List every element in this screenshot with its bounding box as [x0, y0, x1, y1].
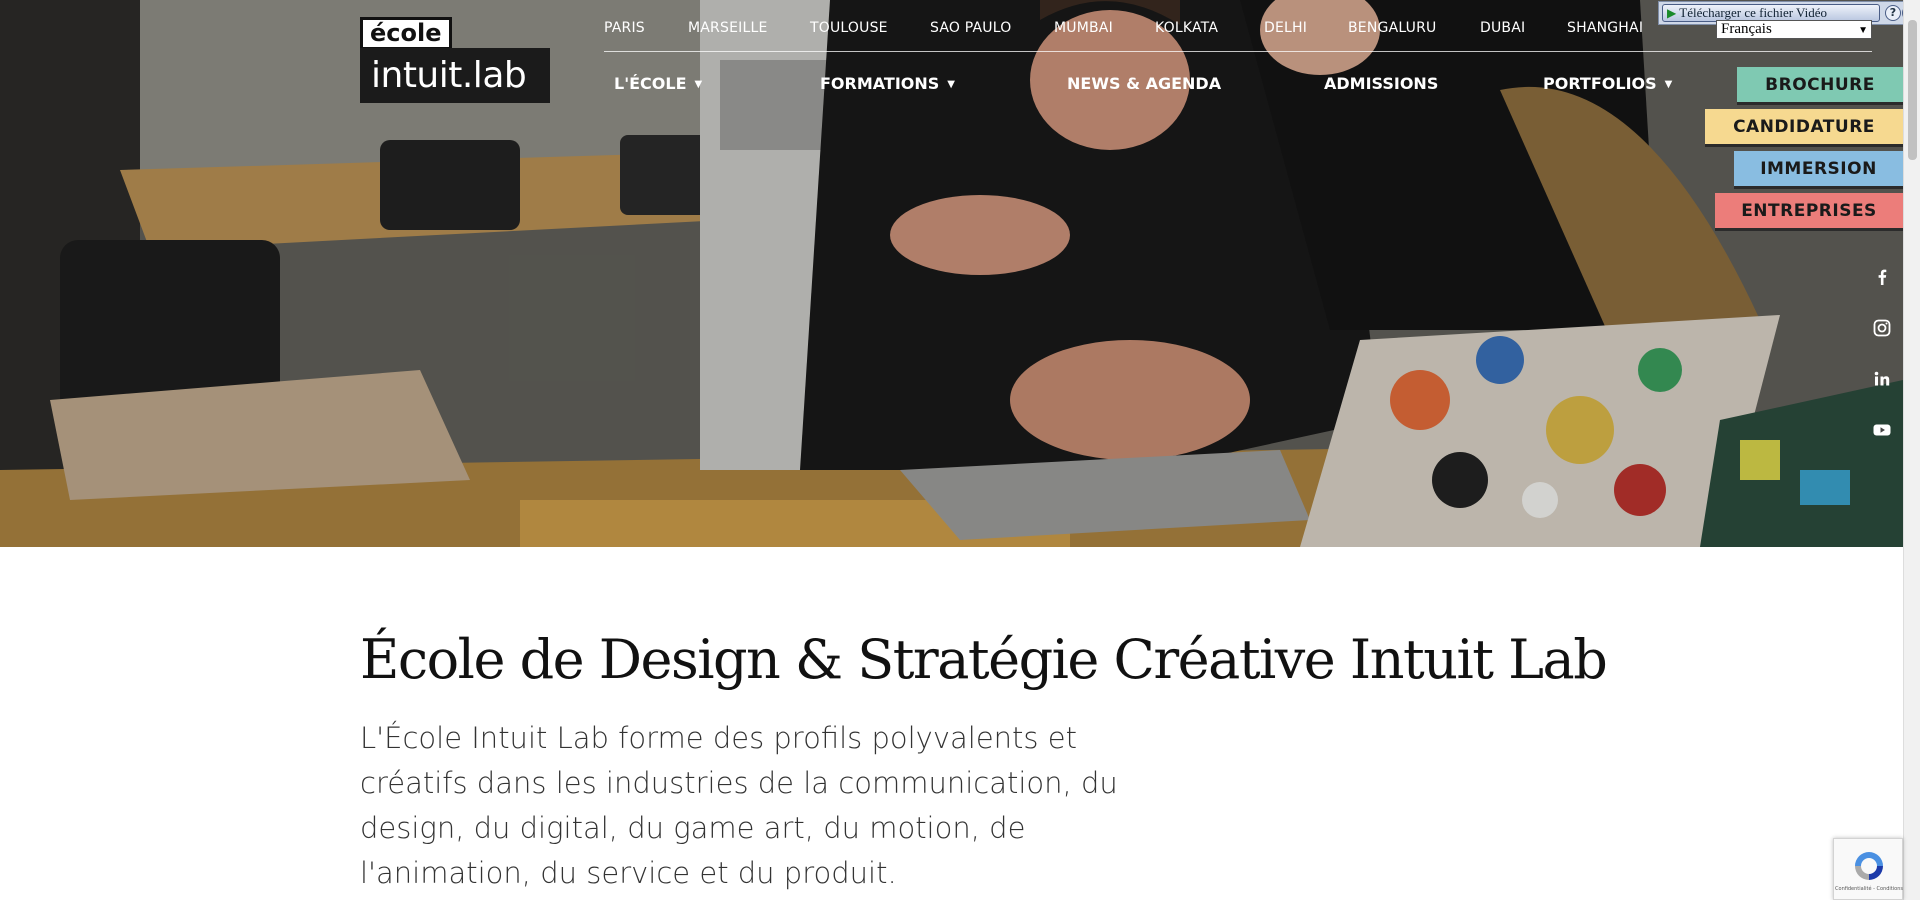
site-logo[interactable]: école intuit.lab: [360, 17, 550, 103]
hero-image: école intuit.lab PARIS MARSEILLE TOULOUS…: [0, 0, 1903, 547]
facebook-icon[interactable]: [1871, 266, 1893, 288]
nav-admissions[interactable]: ADMISSIONS: [1324, 74, 1438, 93]
city-link-mumbai[interactable]: MUMBAI: [1054, 20, 1113, 36]
brochure-button[interactable]: BROCHURE: [1737, 67, 1903, 105]
caret-down-icon: ▼: [694, 79, 703, 90]
recaptcha-links[interactable]: Confidentialité - Conditions: [1834, 886, 1904, 892]
linkedin-icon[interactable]: [1871, 368, 1893, 390]
caret-down-icon: ▼: [1664, 79, 1673, 90]
download-video-label: Télécharger ce fichier Vidéo: [1679, 5, 1828, 20]
recaptcha-icon: [1855, 852, 1883, 880]
caret-down-icon: ▼: [947, 79, 955, 90]
nav-portfolios[interactable]: PORTFOLIOS ▼: [1543, 74, 1672, 93]
help-icon[interactable]: ?: [1885, 5, 1901, 21]
scrollbar-thumb[interactable]: [1908, 20, 1917, 160]
city-nav-divider: [604, 51, 1872, 52]
city-link-shanghai[interactable]: SHANGHAI: [1567, 20, 1643, 36]
recaptcha-badge[interactable]: Confidentialité - Conditions: [1833, 838, 1903, 900]
instagram-icon[interactable]: [1871, 317, 1893, 339]
city-link-delhi[interactable]: DELHI: [1264, 20, 1307, 36]
entreprises-button[interactable]: ENTREPRISES: [1715, 193, 1903, 231]
city-link-sao-paulo[interactable]: SAO PAULO: [930, 20, 1011, 36]
youtube-icon[interactable]: [1871, 419, 1893, 441]
immersion-button[interactable]: IMMERSION: [1734, 151, 1903, 189]
city-link-dubai[interactable]: DUBAI: [1480, 20, 1525, 36]
language-selected-value: Français: [1721, 21, 1772, 37]
city-link-marseille[interactable]: MARSEILLE: [688, 20, 768, 36]
nav-news-agenda[interactable]: NEWS & AGENDA: [1067, 74, 1221, 93]
nav-ecole[interactable]: L'ÉCOLE ▼: [614, 74, 702, 93]
candidature-button[interactable]: CANDIDATURE: [1705, 109, 1903, 147]
logo-ecole-text: école: [360, 17, 452, 50]
nav-formations[interactable]: FORMATIONS ▼: [820, 74, 955, 93]
page-title: École de Design & Stratégie Créative Int…: [360, 628, 1608, 691]
city-link-toulouse[interactable]: TOULOUSE: [810, 20, 888, 36]
logo-intuitlab-text: intuit.lab: [360, 48, 550, 103]
language-select[interactable]: Français ▼: [1716, 20, 1872, 39]
page-scrollbar[interactable]: [1903, 0, 1920, 900]
intro-paragraph: L'École Intuit Lab forme des profils pol…: [360, 721, 1118, 890]
nav-ecole-label: L'ÉCOLE: [614, 74, 687, 93]
nav-portfolios-label: PORTFOLIOS: [1543, 74, 1657, 93]
chevron-down-icon: ▼: [1858, 25, 1868, 36]
nav-formations-label: FORMATIONS: [820, 74, 940, 93]
city-link-kolkata[interactable]: KOLKATA: [1155, 20, 1218, 36]
city-link-paris[interactable]: PARIS: [604, 20, 645, 36]
city-link-bengaluru[interactable]: BENGALURU: [1348, 20, 1436, 36]
play-icon: ▶: [1667, 6, 1677, 20]
